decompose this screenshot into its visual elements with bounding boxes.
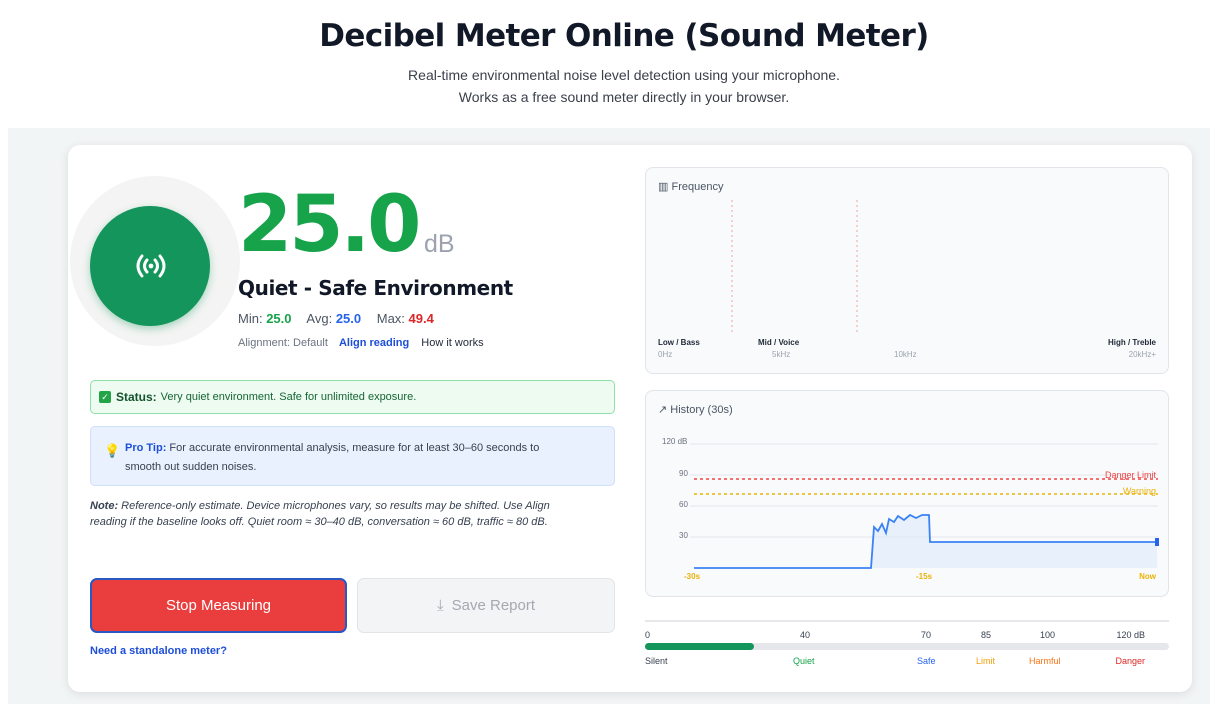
avg-value: 25.0 bbox=[335, 311, 362, 326]
avg-label: Avg: bbox=[306, 311, 333, 326]
zone-safe: Safe bbox=[917, 656, 936, 666]
hz-label-0: 0Hz bbox=[658, 350, 673, 359]
microphone-button[interactable] bbox=[90, 206, 210, 326]
standalone-meter-link[interactable]: Need a standalone meter? bbox=[90, 645, 227, 657]
save-report-button[interactable]: ⤓ Save Report bbox=[357, 578, 615, 633]
scale-num-120: 120 dB bbox=[1116, 630, 1145, 640]
scale-num-0: 0 bbox=[645, 630, 651, 640]
zone-limit: Limit bbox=[976, 656, 996, 666]
y-tick-120: 120 dB bbox=[662, 437, 688, 446]
tip-text-line2: smooth out sudden noises. bbox=[125, 461, 257, 473]
status-label: Status: bbox=[116, 390, 157, 404]
history-chart bbox=[690, 443, 1159, 569]
note-label: Note: bbox=[90, 500, 119, 512]
alignment-row: Alignment: Default Align reading How it … bbox=[238, 337, 484, 349]
scale-num-70: 70 bbox=[921, 630, 932, 640]
history-panel: ↗ History (30s) 120 dB 90 60 30 Danger L… bbox=[645, 390, 1169, 597]
y-tick-30: 30 bbox=[679, 531, 688, 540]
reference-note: Note: Reference-only estimate. Device mi… bbox=[90, 498, 615, 530]
download-icon: ⤓ bbox=[436, 597, 444, 614]
scale-num-100: 100 bbox=[1040, 630, 1056, 640]
checkmark-icon: ✓ bbox=[99, 391, 111, 403]
noise-level-scale: 0 40 70 85 100 120 dB Silent Quiet Safe … bbox=[645, 620, 1169, 670]
noise-level-label: Quiet - Safe Environment bbox=[238, 276, 513, 300]
min-value: 25.0 bbox=[266, 311, 292, 326]
note-text-line1: Reference-only estimate. Device micropho… bbox=[121, 500, 550, 512]
frequency-panel: ▥ Frequency Low / Bass Mid / Voice High … bbox=[645, 167, 1169, 374]
page-subtitle-line2: Works as a free sound meter directly in … bbox=[458, 89, 790, 105]
warning-label: Warning bbox=[1122, 486, 1156, 496]
page-header: Decibel Meter Online (Sound Meter) Real-… bbox=[38, 6, 1210, 128]
x-tick-minus30: -30s bbox=[684, 572, 701, 581]
band-label-mid: Mid / Voice bbox=[758, 338, 800, 347]
hz-label-5k: 5kHz bbox=[772, 350, 791, 359]
decibel-unit: dB bbox=[424, 230, 455, 258]
sound-wave-icon bbox=[136, 254, 166, 278]
danger-limit-label: Danger Limit bbox=[1104, 470, 1156, 480]
status-text: Very quiet environment. Safe for unlimit… bbox=[160, 391, 417, 403]
save-report-label: Save Report bbox=[451, 597, 536, 614]
frequency-grid bbox=[731, 200, 858, 333]
align-reading-link[interactable]: Align reading bbox=[339, 337, 409, 349]
x-tick-now: Now bbox=[1139, 572, 1156, 581]
stats-row: Min: 25.0 Avg: 25.0 Max: 49.4 bbox=[238, 311, 446, 326]
band-label-low: Low / Bass bbox=[658, 338, 700, 347]
decibel-value: 25.0 bbox=[238, 180, 421, 270]
zone-harmful: Harmful bbox=[1029, 656, 1061, 666]
zone-silent: Silent bbox=[645, 656, 668, 666]
band-label-high: High / Treble bbox=[1107, 338, 1156, 347]
status-message: ✓ Status: Very quiet environment. Safe f… bbox=[90, 380, 615, 414]
y-tick-60: 60 bbox=[679, 500, 688, 509]
scale-num-40: 40 bbox=[800, 630, 811, 640]
page-subtitle-line1: Real-time environmental noise level dete… bbox=[408, 67, 840, 83]
page-margin bbox=[0, 0, 8, 704]
stop-measuring-button[interactable]: Stop Measuring bbox=[90, 578, 347, 633]
zone-danger: Danger bbox=[1115, 656, 1145, 666]
current-marker bbox=[1155, 538, 1159, 546]
x-tick-minus15: -15s bbox=[916, 572, 933, 581]
level-fill bbox=[645, 643, 755, 650]
scale-num-85: 85 bbox=[981, 630, 992, 640]
pro-tip-box: 💡 Pro Tip: For accurate environmental an… bbox=[90, 426, 615, 486]
hz-label-20k: 20kHz+ bbox=[1128, 350, 1156, 359]
max-value: 49.4 bbox=[408, 311, 434, 326]
page-title: Decibel Meter Online (Sound Meter) bbox=[319, 18, 929, 54]
min-label: Min: bbox=[238, 311, 263, 326]
how-it-works-link[interactable]: How it works bbox=[421, 337, 483, 349]
max-label: Max: bbox=[376, 311, 405, 326]
hz-label-10k: 10kHz bbox=[894, 350, 917, 359]
lightbulb-icon: 💡 bbox=[104, 443, 121, 458]
zone-quiet: Quiet bbox=[793, 656, 815, 666]
tip-label: Pro Tip: bbox=[125, 442, 167, 454]
y-tick-90: 90 bbox=[679, 469, 688, 478]
note-text-line2: reading if the baseline looks off. Quiet… bbox=[90, 516, 548, 528]
alignment-label: Alignment: Default bbox=[238, 337, 328, 349]
tip-text-line1: For accurate environmental analysis, mea… bbox=[169, 442, 540, 454]
